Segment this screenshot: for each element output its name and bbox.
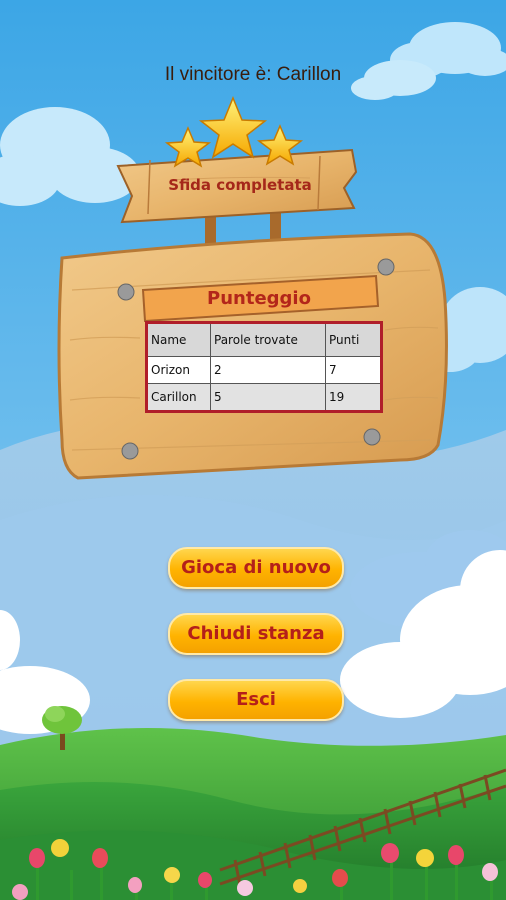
nail-icon bbox=[117, 283, 135, 301]
score-table: Name Parole trovate Punti Orizon 2 7 Car… bbox=[145, 321, 383, 413]
points-cell: 7 bbox=[325, 356, 382, 384]
nail-icon bbox=[377, 258, 395, 276]
nail-icon bbox=[121, 442, 139, 460]
player-name-cell: Carillon bbox=[146, 383, 211, 412]
points-cell: 19 bbox=[325, 383, 382, 412]
score-title: Punteggio bbox=[207, 288, 311, 309]
challenge-completed-label: Sfida completata bbox=[168, 176, 312, 194]
column-header-words-found: Parole trovate bbox=[210, 322, 326, 357]
column-header-points: Punti bbox=[325, 322, 382, 357]
table-row: Carillon 5 19 bbox=[146, 383, 382, 412]
table-header-row: Name Parole trovate Punti bbox=[146, 322, 382, 357]
nail-icon bbox=[363, 428, 381, 446]
winner-announcement: Il vincitore è: Carillon bbox=[164, 64, 342, 85]
play-again-button[interactable]: Gioca di nuovo bbox=[168, 547, 344, 589]
game-background bbox=[0, 0, 506, 900]
close-room-button[interactable]: Chiudi stanza bbox=[168, 613, 344, 655]
column-header-name: Name bbox=[146, 322, 211, 357]
exit-button[interactable]: Esci bbox=[168, 679, 344, 721]
words-found-cell: 2 bbox=[210, 356, 326, 384]
player-name-cell: Orizon bbox=[146, 356, 211, 384]
table-row: Orizon 2 7 bbox=[146, 356, 382, 384]
words-found-cell: 5 bbox=[210, 383, 326, 412]
